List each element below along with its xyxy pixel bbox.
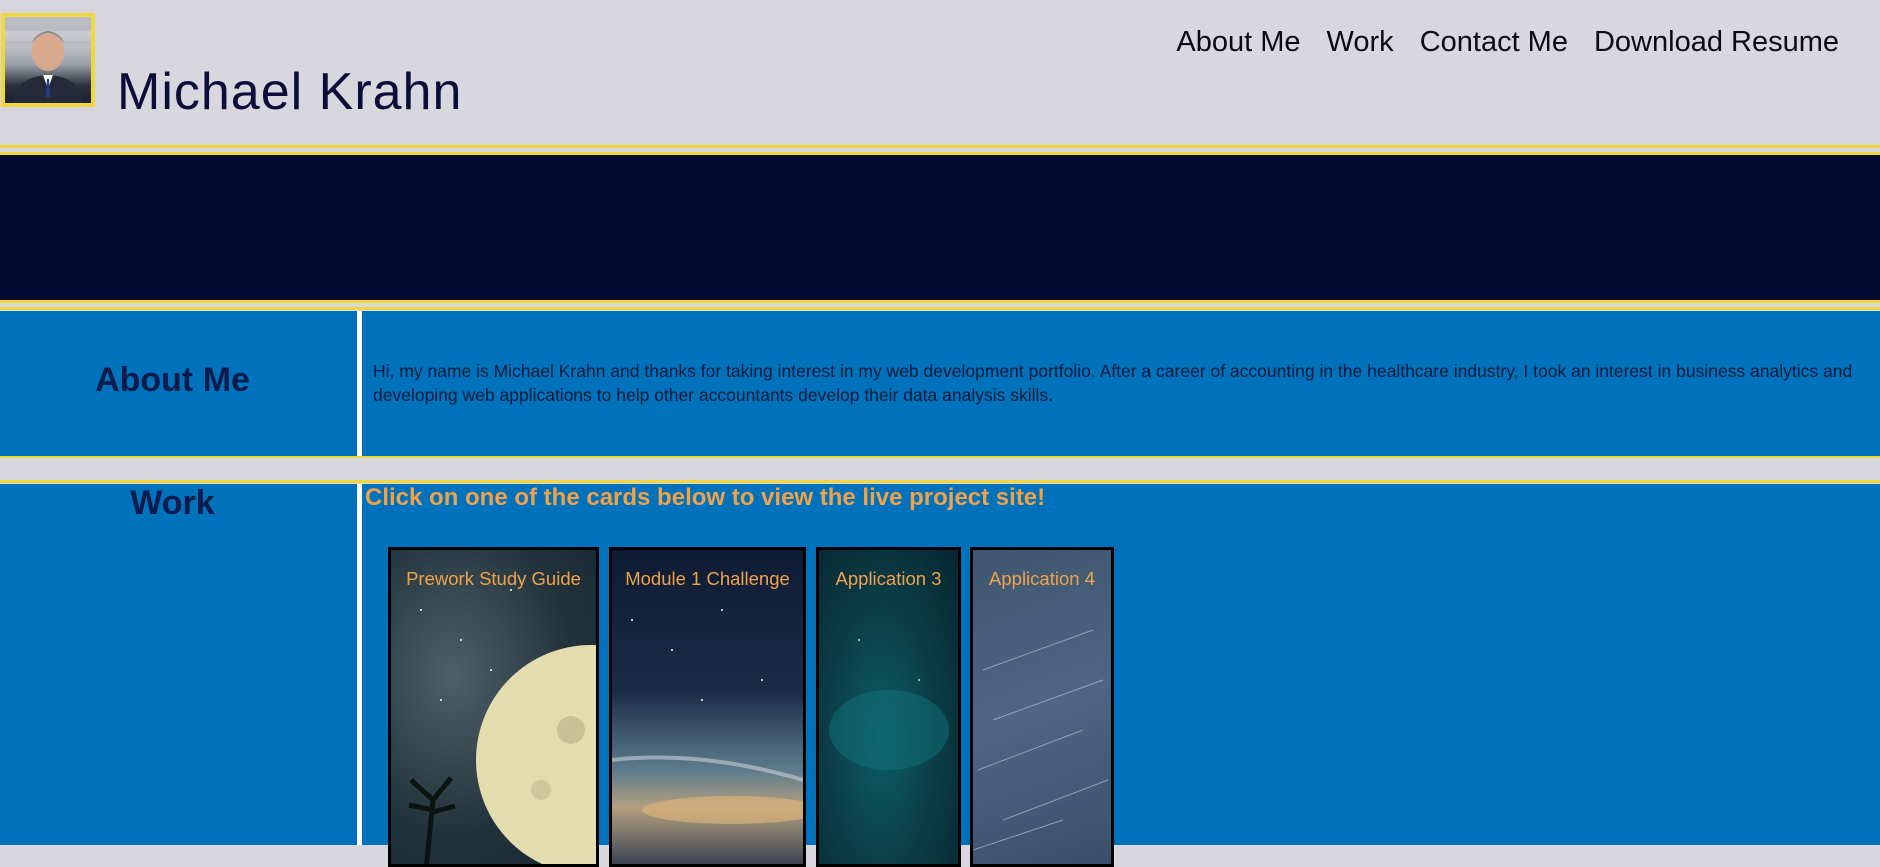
about-section: About Me Hi, my name is Michael Krahn an… [0,311,1880,457]
card-title: Module 1 Challenge [625,568,790,589]
card-title: Prework Study Guide [406,568,581,589]
project-card-prework-study-guide[interactable]: Prework Study Guide [388,547,599,867]
about-text: Hi, my name is Michael Krahn and thanks … [373,361,1853,405]
profile-photo [1,13,95,107]
work-cta-text: Click on one of the cards below to view … [365,484,1046,511]
section-gap [0,458,1880,480]
card-title: Application 4 [989,568,1095,589]
night-sky-image-icon [612,609,803,824]
rain-image-icon [973,629,1109,851]
project-card-application-4[interactable]: Application 4 [970,547,1114,867]
about-divider-bar [357,311,362,457]
site-header: Michael Krahn About Me Work Contact Me D… [0,0,1880,145]
nav-link-download-resume[interactable]: Download Resume [1594,26,1839,59]
card-title: Application 3 [835,568,942,589]
about-heading: About Me [95,361,250,399]
hero-divider-second [0,307,1880,310]
project-card-application-3[interactable]: Application 3 [816,547,961,867]
work-divider [0,480,1880,483]
aurora-image-icon [829,639,949,770]
hero-divider [0,300,1880,303]
nav-link-about-me[interactable]: About Me [1176,26,1300,59]
profile-portrait-icon [5,17,91,103]
site-title: Michael Krahn [117,63,463,121]
project-card-module-1-challenge[interactable]: Module 1 Challenge [609,547,806,867]
main-nav: About Me Work Contact Me Download Resume [1176,26,1839,59]
work-divider-bar [357,484,362,845]
header-divider [0,145,1880,148]
moon-image-icon [408,589,596,864]
work-section: Work Click on one of the cards below to … [0,484,1880,867]
nav-link-contact-me[interactable]: Contact Me [1420,26,1568,59]
work-heading: Work [130,484,215,522]
hero-banner [0,155,1880,300]
nav-link-work[interactable]: Work [1327,26,1394,59]
